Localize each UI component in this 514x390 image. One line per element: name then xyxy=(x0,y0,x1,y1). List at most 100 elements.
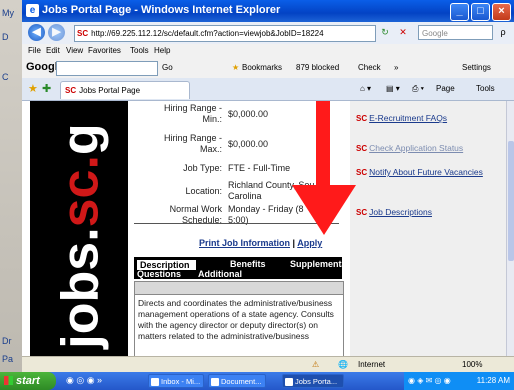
maximize-button[interactable]: □ xyxy=(471,3,490,21)
tab-benefits[interactable]: Benefits xyxy=(230,259,266,269)
menu-favorites[interactable]: Favorites xyxy=(88,46,121,55)
description-text: Directs and coordinates the administrati… xyxy=(138,298,334,341)
security-icon: ⚠ xyxy=(312,360,320,369)
page-content: jobs.sc.g Hiring Range - Min.: $0,000.00… xyxy=(22,101,514,356)
vertical-scrollbar[interactable] xyxy=(506,101,514,356)
field-value: Carolina xyxy=(228,191,262,201)
desktop-icon[interactable]: D xyxy=(2,32,18,44)
tray-icons[interactable]: ◉ ◈ ✉ ◎ ◉ xyxy=(408,372,451,390)
link-faqs[interactable]: SC E-Recruitment FAQs xyxy=(356,113,447,124)
title-bar[interactable]: e Jobs Portal Page - Windows Internet Ex… xyxy=(22,0,514,22)
menu-view[interactable]: View xyxy=(66,46,83,55)
field-value: FTE - Full-Time xyxy=(228,163,291,173)
app-icon xyxy=(211,378,219,386)
right-links-panel: SC E-Recruitment FAQs SC Check Application… xyxy=(350,101,506,356)
field-label: Hiring Range - xyxy=(163,103,222,113)
close-button[interactable]: × xyxy=(492,3,511,21)
notify-link[interactable]: Notify About Future Vacancies xyxy=(369,167,483,177)
status-bar: ⚠ 🌐 Internet 100% xyxy=(22,356,514,373)
clock: 11:28 AM xyxy=(476,376,510,385)
app-icon xyxy=(151,378,159,386)
desktop-icon[interactable]: Dr xyxy=(2,336,18,348)
start-button[interactable]: start xyxy=(0,372,56,390)
feeds-icon[interactable]: ▤ ▾ xyxy=(386,84,400,93)
taskbar-item-label: Inbox - Mi... xyxy=(161,377,201,386)
settings-button[interactable]: Settings xyxy=(462,63,491,72)
home-icon[interactable]: ⌂ ▾ xyxy=(360,84,371,93)
menu-help[interactable]: Help xyxy=(154,46,170,55)
scrollbar-thumb[interactable] xyxy=(508,141,514,261)
link-job-descriptions[interactable]: SC Job Descriptions xyxy=(356,207,432,218)
more-icon[interactable]: » xyxy=(394,63,398,72)
favorites-star-icon[interactable]: ★ xyxy=(28,82,38,95)
job-descriptions-link[interactable]: Job Descriptions xyxy=(369,207,432,217)
field-label: Job Type: xyxy=(183,163,222,173)
field-label: Max.: xyxy=(199,144,222,154)
link-check-status[interactable]: SC Check Application Status xyxy=(356,143,463,154)
field-label: Location: xyxy=(185,186,222,196)
menu-tools[interactable]: Tools xyxy=(130,46,149,55)
search-icon[interactable]: ρ xyxy=(496,25,510,40)
taskbar: start ◉ ◎ ◉ » Inbox - Mi... Document... … xyxy=(0,372,514,390)
google-go-button[interactable]: Go xyxy=(162,63,173,72)
link-notify[interactable]: SC Notify About Future Vacancies xyxy=(356,167,496,178)
tab-jobs-portal[interactable]: SC Jobs Portal Page xyxy=(60,81,190,99)
field-label: Min.: xyxy=(202,114,222,124)
google-search-input[interactable] xyxy=(56,61,158,76)
address-row: ◀ ▶ SC http://69.225.112.12/sc/default.cf… xyxy=(22,22,514,45)
field-value: $0,000.00 xyxy=(228,139,269,149)
taskbar-item-label: Jobs Porta... xyxy=(295,377,338,386)
logo-text-sc: sc. xyxy=(51,155,110,228)
description-header xyxy=(135,282,343,295)
back-button[interactable]: ◀ xyxy=(28,24,45,41)
zoom-level[interactable]: 100% xyxy=(462,360,482,369)
print-icon[interactable]: ⎙ ▾ xyxy=(412,84,424,94)
menu-file[interactable]: File xyxy=(28,46,41,55)
description-panel: Directs and coordinates the administrati… xyxy=(134,281,344,356)
system-tray: ◉ ◈ ✉ ◎ ◉ 11:28 AM xyxy=(404,372,514,390)
menu-bar: File Edit View Favorites Tools Help xyxy=(22,44,514,58)
desktop-icon[interactable]: My xyxy=(2,8,18,20)
logo-text-jobs: jobs. xyxy=(51,227,110,349)
desktop-left-edge: My D C Dr Pa xyxy=(0,0,22,372)
tab-label: Jobs Portal Page xyxy=(79,86,141,95)
stop-icon[interactable]: ✕ xyxy=(396,25,410,40)
taskbar-item-inbox[interactable]: Inbox - Mi... xyxy=(148,374,204,388)
search-input[interactable]: Google xyxy=(418,25,493,40)
jobs-sc-logo: jobs.sc.g xyxy=(30,101,128,356)
window-title: Jobs Portal Page - Windows Internet Expl… xyxy=(42,4,281,16)
quicklaunch-icons[interactable]: ◉ ◎ ◉ » xyxy=(66,375,102,386)
ie-window: e Jobs Portal Page - Windows Internet Ex… xyxy=(22,0,514,373)
annotation-arrow-icon xyxy=(292,101,356,235)
forward-button[interactable]: ▶ xyxy=(48,24,65,41)
zone-label: Internet xyxy=(358,360,386,369)
taskbar-item-document[interactable]: Document... xyxy=(208,374,266,388)
bookmarks-button[interactable]: Bookmarks xyxy=(242,63,282,72)
tab-supplemental[interactable]: Supplemental xyxy=(290,259,349,269)
faq-link[interactable]: E-Recruitment FAQs xyxy=(369,113,447,123)
tools-menu[interactable]: Tools xyxy=(476,84,495,93)
address-field[interactable]: SC http://69.225.112.12/sc/default.cfm?ac… xyxy=(74,25,376,42)
minimize-button[interactable]: _ xyxy=(450,3,469,21)
add-favorites-icon[interactable]: ✚ xyxy=(42,82,51,95)
refresh-icon[interactable]: ↻ xyxy=(378,25,392,40)
check-status-link[interactable]: Check Application Status xyxy=(369,143,463,153)
ie-icon: e xyxy=(26,4,39,17)
field-label: Schedule: xyxy=(181,215,222,225)
tab-additional[interactable]: Additional xyxy=(198,269,242,279)
start-label: start xyxy=(16,375,40,387)
check-button[interactable]: Check xyxy=(358,63,381,72)
menu-edit[interactable]: Edit xyxy=(46,46,60,55)
taskbar-item-label: Document... xyxy=(221,377,262,386)
field-label: Normal Work xyxy=(169,204,222,214)
tab-questions[interactable]: Questions xyxy=(137,269,181,279)
desktop-icon[interactable]: Pa xyxy=(2,354,18,366)
page-menu[interactable]: Page xyxy=(436,84,455,93)
taskbar-item-jobs-portal[interactable]: Jobs Porta... xyxy=(282,374,344,388)
star-icon: ★ xyxy=(232,63,240,72)
popup-blocked-button[interactable]: 879 blocked xyxy=(296,63,339,72)
zone-icon: 🌐 xyxy=(338,360,348,369)
windows-flag-icon xyxy=(4,376,13,385)
print-job-link[interactable]: Print Job Information xyxy=(199,238,290,248)
desktop-icon[interactable]: C xyxy=(2,72,18,84)
